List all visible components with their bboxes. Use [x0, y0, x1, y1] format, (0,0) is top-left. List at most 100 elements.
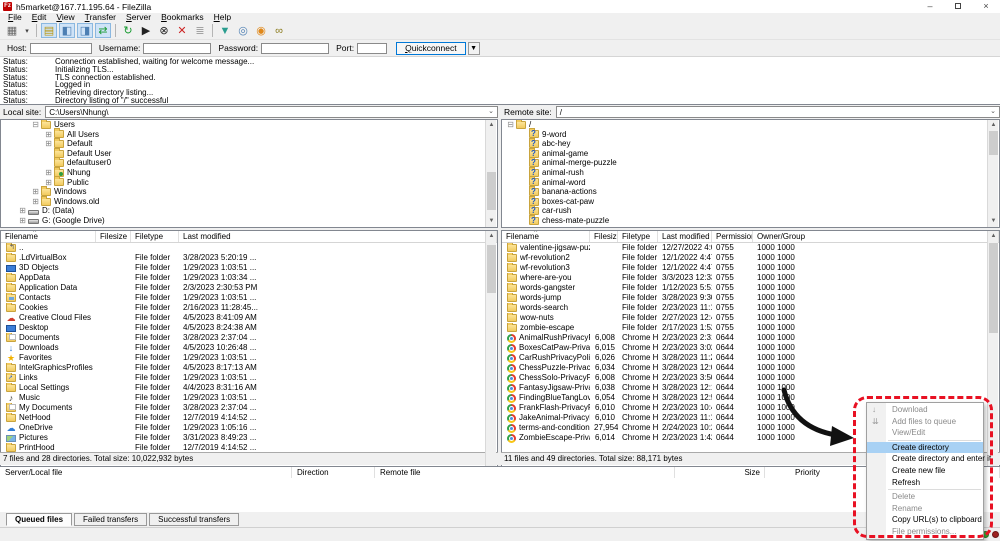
file-row[interactable]: BoxesCatPaw-Privacy...6,015Chrome H...2/… — [502, 343, 999, 353]
file-row[interactable]: ChessSolo-PrivacyPoli...6,008Chrome H...… — [502, 373, 999, 383]
file-row[interactable]: AppDataFile folder1/29/2023 1:03:34 ... — [1, 273, 497, 283]
scroll-down-icon[interactable]: ▼ — [989, 217, 998, 226]
menu-transfer[interactable]: Transfer — [80, 13, 121, 22]
column-header-filesize[interactable]: Filesize — [590, 231, 618, 242]
synchronized-browsing-button[interactable]: ◉ — [253, 23, 269, 38]
remote-tree-item[interactable]: animal-game — [502, 149, 999, 159]
file-row[interactable]: ChessPuzzle-PrivacyP...6,034Chrome H...3… — [502, 363, 999, 373]
scrollbar-thumb[interactable] — [487, 245, 496, 293]
queue-column-size[interactable]: Size — [675, 467, 765, 478]
local-tree-item[interactable]: Default User — [1, 149, 497, 159]
scroll-up-icon[interactable]: ▲ — [989, 121, 998, 130]
menu-server[interactable]: Server — [121, 13, 156, 22]
scrollbar-thumb[interactable] — [989, 243, 998, 333]
tree-expander-icon[interactable]: ⊞ — [18, 206, 27, 216]
local-tree-item[interactable]: ⊞G: (Google Drive) — [1, 216, 497, 226]
local-tree-item[interactable]: ⊟Users — [1, 120, 497, 130]
menu-item-create-new-file[interactable]: Create new file — [867, 465, 983, 477]
tree-expander-icon[interactable]: ⊟ — [31, 120, 40, 130]
file-row[interactable]: LinksFile folder1/29/2023 1:03:51 ... — [1, 373, 497, 383]
menu-item-create-directory[interactable]: Create directory — [867, 442, 983, 454]
close-button[interactable]: × — [972, 0, 1000, 13]
tree-expander-icon[interactable]: ⊞ — [44, 139, 53, 149]
local-tree-item[interactable]: ⊞Windows.old — [1, 197, 497, 207]
tree-expander-icon[interactable]: ⊞ — [44, 130, 53, 140]
column-header-permissions[interactable]: Permissions — [712, 231, 753, 242]
minimize-button[interactable]: – — [916, 0, 944, 13]
toggle-remote-tree-button[interactable]: ◨ — [77, 23, 93, 38]
menu-file[interactable]: File — [3, 13, 27, 22]
file-row[interactable]: CookiesFile folder2/16/2023 11:28:45... — [1, 303, 497, 313]
remote-tree-item[interactable]: abc-hey — [502, 139, 999, 149]
file-row[interactable]: valentine-jigsaw-puzzleFile folder12/27/… — [502, 243, 999, 253]
local-tree-item[interactable]: defaultuser0 — [1, 158, 497, 168]
file-row[interactable]: .LdVirtualBoxFile folder3/28/2023 5:20:1… — [1, 253, 497, 263]
filter-button[interactable]: ▼ — [217, 23, 233, 38]
username-input[interactable] — [143, 43, 211, 54]
file-row[interactable]: ☁OneDriveFile folder1/29/2023 1:05:16 ..… — [1, 423, 497, 433]
file-row[interactable]: wf-revolution3File folder12/1/2022 4:47:… — [502, 263, 999, 273]
column-header-filetype[interactable]: Filetype — [131, 231, 179, 242]
password-input[interactable] — [261, 43, 329, 54]
local-tree-item[interactable]: ⊞Windows — [1, 187, 497, 197]
tab-successful-transfers[interactable]: Successful transfers — [149, 513, 239, 526]
queue-column-remote-file[interactable]: Remote file — [375, 467, 675, 478]
site-manager-dropdown-button[interactable]: ▾ — [22, 23, 32, 38]
file-row[interactable]: ★FavoritesFile folder1/29/2023 1:03:51 .… — [1, 353, 497, 363]
queue-column-direction[interactable]: Direction — [292, 467, 375, 478]
file-row[interactable]: Application DataFile folder2/3/2023 2:30… — [1, 283, 497, 293]
scrollbar-thumb[interactable] — [487, 172, 496, 210]
port-input[interactable] — [357, 43, 387, 54]
file-row[interactable]: words-jumpFile folder3/28/2023 9:30:...0… — [502, 293, 999, 303]
reconnect-button[interactable]: ≣ — [192, 23, 208, 38]
remote-tree-item[interactable]: chess-mate-puzzle — [502, 216, 999, 226]
scrollbar[interactable]: ▲▼ — [485, 120, 496, 227]
local-tree-item[interactable]: ⊞Public — [1, 178, 497, 188]
tree-expander-icon[interactable]: ⊟ — [506, 120, 515, 130]
scroll-up-icon[interactable]: ▲ — [487, 121, 496, 130]
tab-queued-files[interactable]: Queued files — [6, 513, 72, 526]
file-row[interactable]: FantasyJigsaw-Privacy...6,038Chrome H...… — [502, 383, 999, 393]
remote-site-combobox[interactable]: / ⌄ — [556, 106, 1000, 118]
file-row[interactable]: words-gangsterFile folder1/12/2023 5:51:… — [502, 283, 999, 293]
column-header-owner-group[interactable]: Owner/Group — [753, 231, 999, 242]
remote-tree-item[interactable]: boxes-cat-paw — [502, 197, 999, 207]
tab-failed-transfers[interactable]: Failed transfers — [74, 513, 147, 526]
quickconnect-dropdown-button[interactable]: ▼ — [468, 42, 480, 55]
scrollbar-thumb[interactable] — [989, 131, 998, 155]
column-header-filesize[interactable]: Filesize — [96, 231, 131, 242]
tree-expander-icon[interactable]: ⊞ — [31, 197, 40, 207]
file-row[interactable]: .. — [1, 243, 497, 253]
process-queue-button[interactable]: ▶ — [138, 23, 154, 38]
toggle-log-view-button[interactable]: ▤ — [41, 23, 57, 38]
file-row[interactable]: 3D ObjectsFile folder1/29/2023 1:03:51 .… — [1, 263, 497, 273]
menu-edit[interactable]: Edit — [27, 13, 52, 22]
file-row[interactable]: ContactsFile folder1/29/2023 1:03:51 ... — [1, 293, 497, 303]
file-row[interactable]: AnimalRushPrivacyPo...6,008Chrome H...2/… — [502, 333, 999, 343]
file-row[interactable]: where-are-youFile folder3/3/2023 12:33:.… — [502, 273, 999, 283]
file-row[interactable]: Local SettingsFile folder4/4/2023 8:31:1… — [1, 383, 497, 393]
chevron-down-icon[interactable]: ⌄ — [990, 107, 996, 117]
file-row[interactable]: My DocumentsFile folder3/28/2023 2:37:04… — [1, 403, 497, 413]
column-header-filetype[interactable]: Filetype — [618, 231, 658, 242]
file-row[interactable]: DocumentsFile folder3/28/2023 2:37:04 ..… — [1, 333, 497, 343]
tree-expander-icon[interactable]: ⊞ — [18, 216, 27, 226]
chevron-down-icon[interactable]: ⌄ — [488, 107, 494, 117]
file-row[interactable]: IntelGraphicsProfilesFile folder4/5/2023… — [1, 363, 497, 373]
disconnect-button[interactable]: ✕ — [174, 23, 190, 38]
cancel-operation-button[interactable]: ⊗ — [156, 23, 172, 38]
local-tree-item[interactable]: ⊞All Users — [1, 130, 497, 140]
menu-help[interactable]: Help — [209, 13, 236, 22]
queue-column-server-local-file[interactable]: Server/Local file — [0, 467, 292, 478]
column-header-last-modified[interactable]: Last modified — [179, 231, 497, 242]
local-tree-item[interactable]: ⊞Nhung — [1, 168, 497, 178]
file-row[interactable]: words-searchFile folder2/23/2023 11:1...… — [502, 303, 999, 313]
remote-tree-item[interactable]: animal-rush — [502, 168, 999, 178]
host-input[interactable] — [30, 43, 92, 54]
file-row[interactable]: zombie-escapeFile folder2/17/2023 1:52:.… — [502, 323, 999, 333]
local-tree-item[interactable]: ⊞Default — [1, 139, 497, 149]
scroll-up-icon[interactable]: ▲ — [989, 232, 998, 241]
refresh-button[interactable]: ↻ — [120, 23, 136, 38]
toggle-local-tree-button[interactable]: ◧ — [59, 23, 75, 38]
menu-item-refresh[interactable]: Refresh — [867, 477, 983, 489]
